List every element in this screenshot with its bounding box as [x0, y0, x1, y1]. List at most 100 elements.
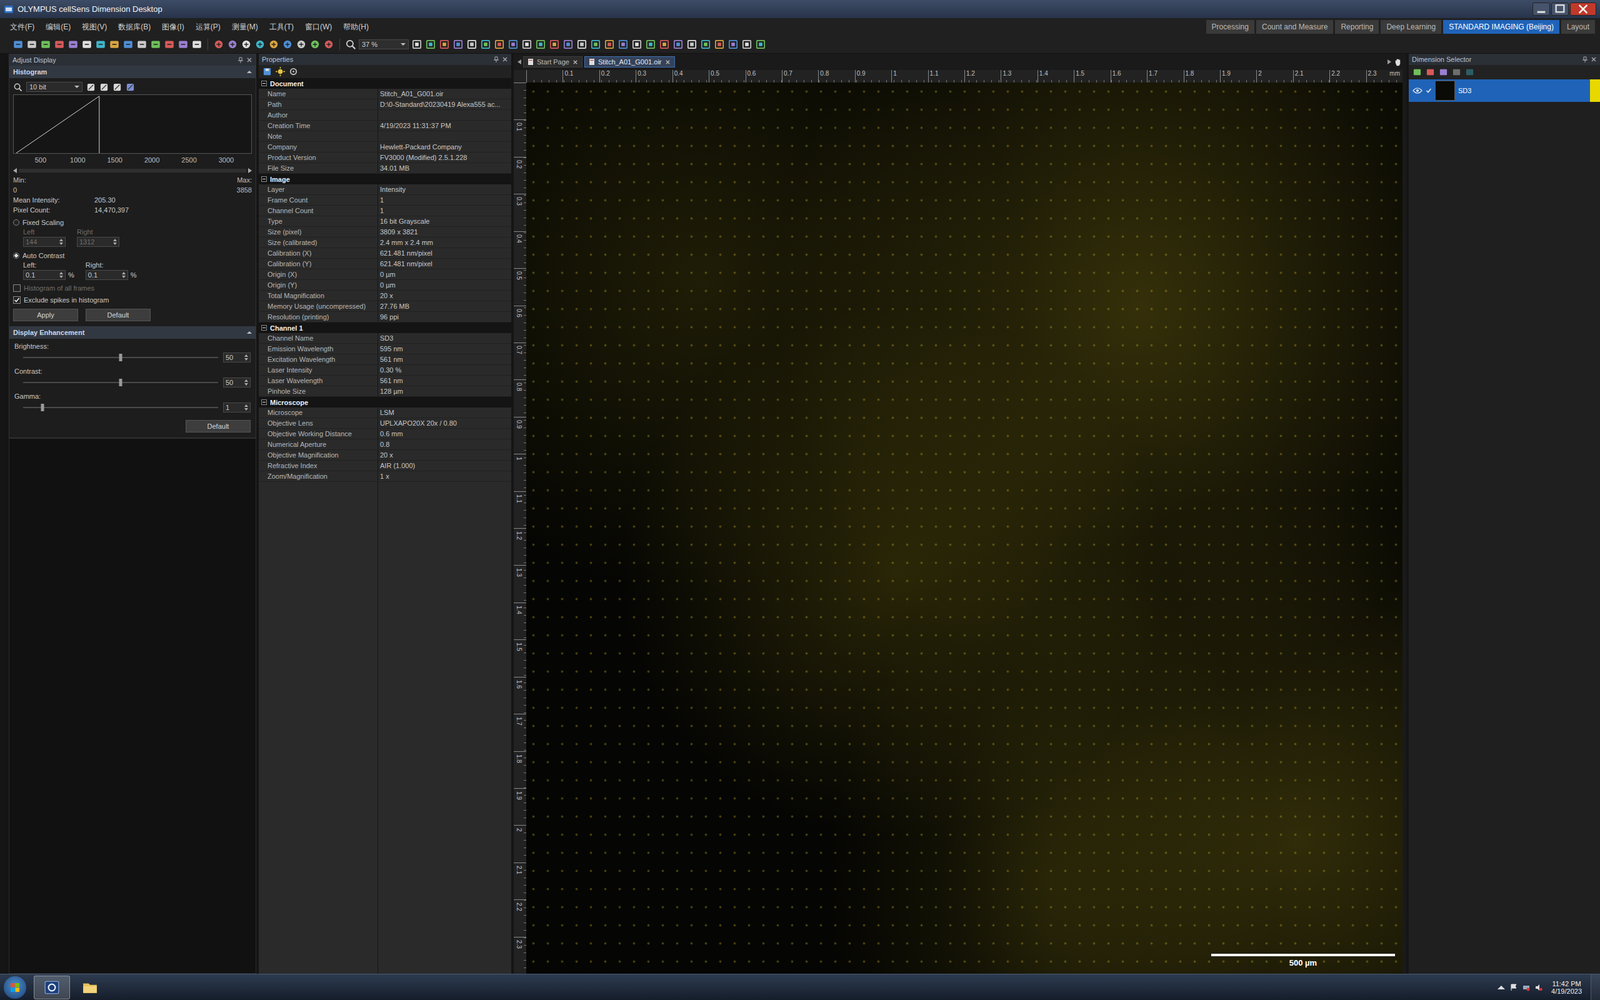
radio-button[interactable]	[13, 252, 20, 259]
spin-arrows-icon[interactable]	[244, 378, 249, 387]
collapse-icon[interactable]	[246, 330, 252, 335]
layout-tab[interactable]: STANDARD IMAGING (Beijing)	[1443, 20, 1560, 34]
tool-icon[interactable]	[53, 38, 65, 50]
histogram-tool-icon[interactable]	[112, 82, 122, 92]
slider-track[interactable]	[23, 378, 219, 387]
histogram-chart[interactable]	[13, 94, 252, 154]
property-row[interactable]: Origin (Y)0 µm	[258, 280, 512, 291]
tool-icon[interactable]	[163, 38, 175, 50]
tool-icon[interactable]	[631, 38, 643, 50]
show-desktop-button[interactable]	[1590, 974, 1600, 1000]
default-button[interactable]: Default	[185, 420, 251, 433]
spin-field[interactable]: 0.1	[85, 270, 129, 280]
slider-thumb[interactable]	[119, 353, 123, 362]
tool-icon[interactable]	[309, 38, 321, 50]
zoom-icon[interactable]	[345, 38, 357, 50]
dimension-tool-icon[interactable]	[1438, 67, 1449, 77]
tool-icon[interactable]	[480, 38, 492, 50]
document-tab[interactable]: Start Page	[523, 56, 583, 68]
tab-scroll-icon[interactable]	[517, 59, 522, 65]
checkbox[interactable]	[13, 296, 21, 304]
tool-icon[interactable]	[452, 38, 464, 50]
spin-field[interactable]: 50	[223, 377, 251, 388]
tool-icon[interactable]	[741, 38, 753, 50]
property-row[interactable]: Laser Intensity0.30 %	[258, 365, 512, 376]
expander-icon[interactable]	[261, 176, 267, 182]
property-row[interactable]: Channel Count1	[258, 205, 512, 217]
layout-tab[interactable]: Layout	[1561, 20, 1595, 34]
tool-icon[interactable]	[240, 38, 252, 50]
histogram-tool-icon[interactable]	[125, 82, 135, 92]
tool-icon[interactable]	[617, 38, 629, 50]
checkbox[interactable]	[13, 284, 21, 292]
dropdown-icon[interactable]	[74, 85, 80, 89]
tool-icon[interactable]	[12, 38, 24, 50]
property-row[interactable]: Emission Wavelength595 nm	[258, 343, 512, 355]
spin-field[interactable]: 144	[23, 236, 66, 247]
property-row[interactable]: Note	[258, 131, 512, 142]
tool-icon[interactable]	[268, 38, 280, 50]
tool-icon[interactable]	[603, 38, 615, 50]
histogram-header[interactable]: Histogram	[9, 65, 256, 79]
spin-field[interactable]: 0.1	[23, 270, 66, 280]
spin-field[interactable]: 50	[223, 352, 251, 363]
tool-icon[interactable]	[177, 38, 189, 50]
save-icon[interactable]	[262, 66, 272, 77]
tool-icon[interactable]	[576, 38, 588, 50]
tool-icon[interactable]	[108, 38, 120, 50]
tool-icon[interactable]	[67, 38, 79, 50]
property-row[interactable]: Objective LensUPLXAPO20X 20x / 0.80	[258, 418, 512, 429]
tool-icon[interactable]	[254, 38, 266, 50]
tool-icon[interactable]	[122, 38, 134, 50]
property-row[interactable]: CompanyHewlett-Packard Company	[258, 141, 512, 153]
spin-field[interactable]: 1	[223, 402, 251, 413]
tool-icon[interactable]	[562, 38, 574, 50]
minimize-icon[interactable]	[1532, 2, 1550, 16]
hand-icon[interactable]	[1393, 57, 1403, 67]
tab-scroll-icon[interactable]	[1387, 59, 1392, 65]
property-row[interactable]: Author	[258, 110, 512, 121]
slider-thumb[interactable]	[119, 378, 123, 387]
dimension-tool-icon[interactable]	[1451, 67, 1462, 77]
volume-icon[interactable]	[1535, 983, 1543, 992]
histogram-tool-icon[interactable]	[86, 82, 96, 92]
property-row[interactable]: Pinhole Size128 µm	[258, 386, 512, 397]
property-row[interactable]: Calibration (Y)621.481 nm/pixel	[258, 258, 512, 270]
tool-icon[interactable]	[507, 38, 519, 50]
radio-option[interactable]: Auto Contrast	[13, 251, 252, 260]
tool-icon[interactable]	[700, 38, 712, 50]
layout-tab[interactable]: Processing	[1206, 20, 1255, 34]
tool-icon[interactable]	[411, 38, 423, 50]
bit-depth-select[interactable]: 10 bit	[26, 81, 83, 92]
tool-icon[interactable]	[438, 38, 450, 50]
layout-tab[interactable]: Reporting	[1335, 20, 1379, 34]
menu-item[interactable]: 数据库(B)	[116, 20, 152, 34]
channel-row[interactable]: SD3	[1408, 79, 1600, 102]
histogram-curve[interactable]	[13, 95, 252, 154]
property-row[interactable]: Origin (X)0 µm	[258, 269, 512, 280]
menu-item[interactable]: 窗口(W)	[303, 20, 334, 34]
property-row[interactable]: Channel NameSD3	[258, 333, 512, 344]
scroll-left-icon[interactable]	[13, 168, 17, 174]
sun-icon[interactable]	[275, 66, 285, 77]
spin-arrows-icon[interactable]	[244, 403, 249, 412]
tool-icon[interactable]	[493, 38, 505, 50]
property-row[interactable]: Frame Count1	[258, 195, 512, 206]
property-row[interactable]: LayerIntensity	[258, 184, 512, 195]
close-icon[interactable]	[665, 59, 671, 65]
menu-item[interactable]: 帮助(H)	[341, 20, 370, 34]
property-row[interactable]: Product VersionFV3000 (Modified) 2.5.1.2…	[258, 152, 512, 164]
tool-icon[interactable]	[658, 38, 670, 50]
tool-icon[interactable]	[672, 38, 684, 50]
spin-arrows-icon[interactable]	[59, 271, 64, 279]
tool-icon[interactable]	[535, 38, 547, 50]
tool-icon[interactable]	[191, 38, 203, 50]
menu-item[interactable]: 图像(I)	[160, 20, 185, 34]
tool-icon[interactable]	[323, 38, 335, 50]
spin-field[interactable]: 1312	[76, 236, 120, 247]
tool-icon[interactable]	[466, 38, 478, 50]
flag-icon[interactable]	[1510, 983, 1518, 992]
taskbar-app[interactable]	[72, 976, 108, 999]
check-icon[interactable]	[1425, 87, 1432, 94]
menu-item[interactable]: 视图(V)	[80, 20, 109, 34]
